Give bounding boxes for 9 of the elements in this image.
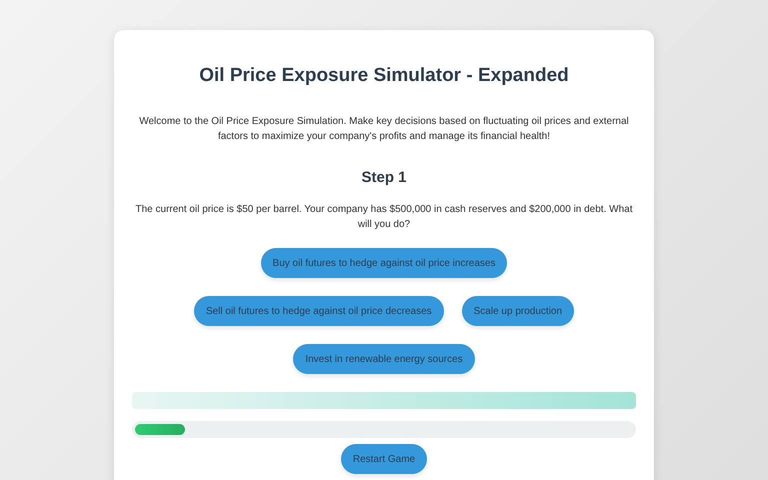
page-title: Oil Price Exposure Simulator - Expanded [199,64,569,88]
choice-button[interactable]: Invest in renewable energy sources [293,344,475,374]
choice-button[interactable]: Sell oil futures to hedge against oil price decreases [194,296,444,326]
choice-button[interactable]: Scale up production [462,296,574,326]
step-heading: Step 1 [361,169,406,187]
restart-button[interactable]: Restart Game [340,444,428,474]
choice-button[interactable]: Buy oil futures to hedge against oil price increases [260,248,508,278]
intro-text: Welcome to the Oil Price Exposure Simulation. Make key decisions based on fluctuating oil prices and external factors to maximize your company's profits and manage its financial health! [138,115,630,144]
question-text: The current oil price is $50 per barrel. Your company has $500,000 in cash reserves and $200,000 in debt. What will you do? [134,203,634,232]
